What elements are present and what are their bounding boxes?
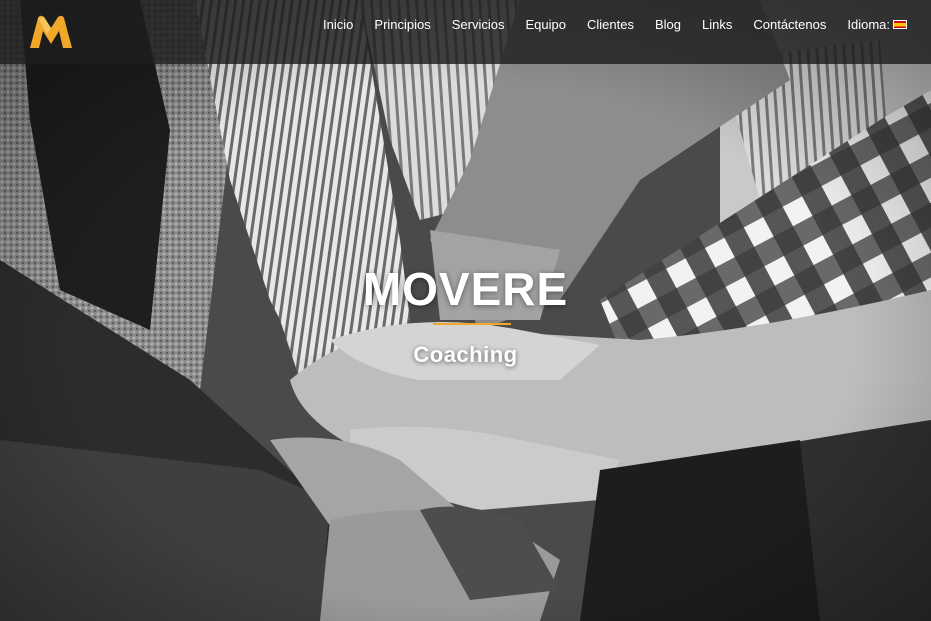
nav-blog[interactable]: Blog (655, 17, 681, 32)
nav-idioma-label: Idioma: (847, 16, 890, 32)
top-navbar: Inicio Principios Servicios Equipo Clien… (0, 0, 931, 64)
nav-links[interactable]: Links (702, 17, 732, 32)
movere-logo-icon[interactable] (28, 14, 74, 50)
main-navigation: Inicio Principios Servicios Equipo Clien… (302, 0, 907, 48)
nav-servicios[interactable]: Servicios (452, 17, 505, 32)
nav-clientes[interactable]: Clientes (587, 17, 634, 32)
nav-equipo[interactable]: Equipo (526, 17, 566, 32)
hero-subtitle: Coaching (413, 342, 518, 367)
nav-idioma[interactable]: Idioma: (847, 17, 907, 32)
hero-divider (433, 323, 511, 325)
hero-title: MOVERE (362, 263, 569, 315)
nav-principios[interactable]: Principios (374, 17, 430, 32)
spain-flag-icon[interactable] (893, 19, 907, 29)
nav-inicio[interactable]: Inicio (323, 17, 353, 32)
nav-contactenos[interactable]: Contáctenos (753, 17, 826, 32)
